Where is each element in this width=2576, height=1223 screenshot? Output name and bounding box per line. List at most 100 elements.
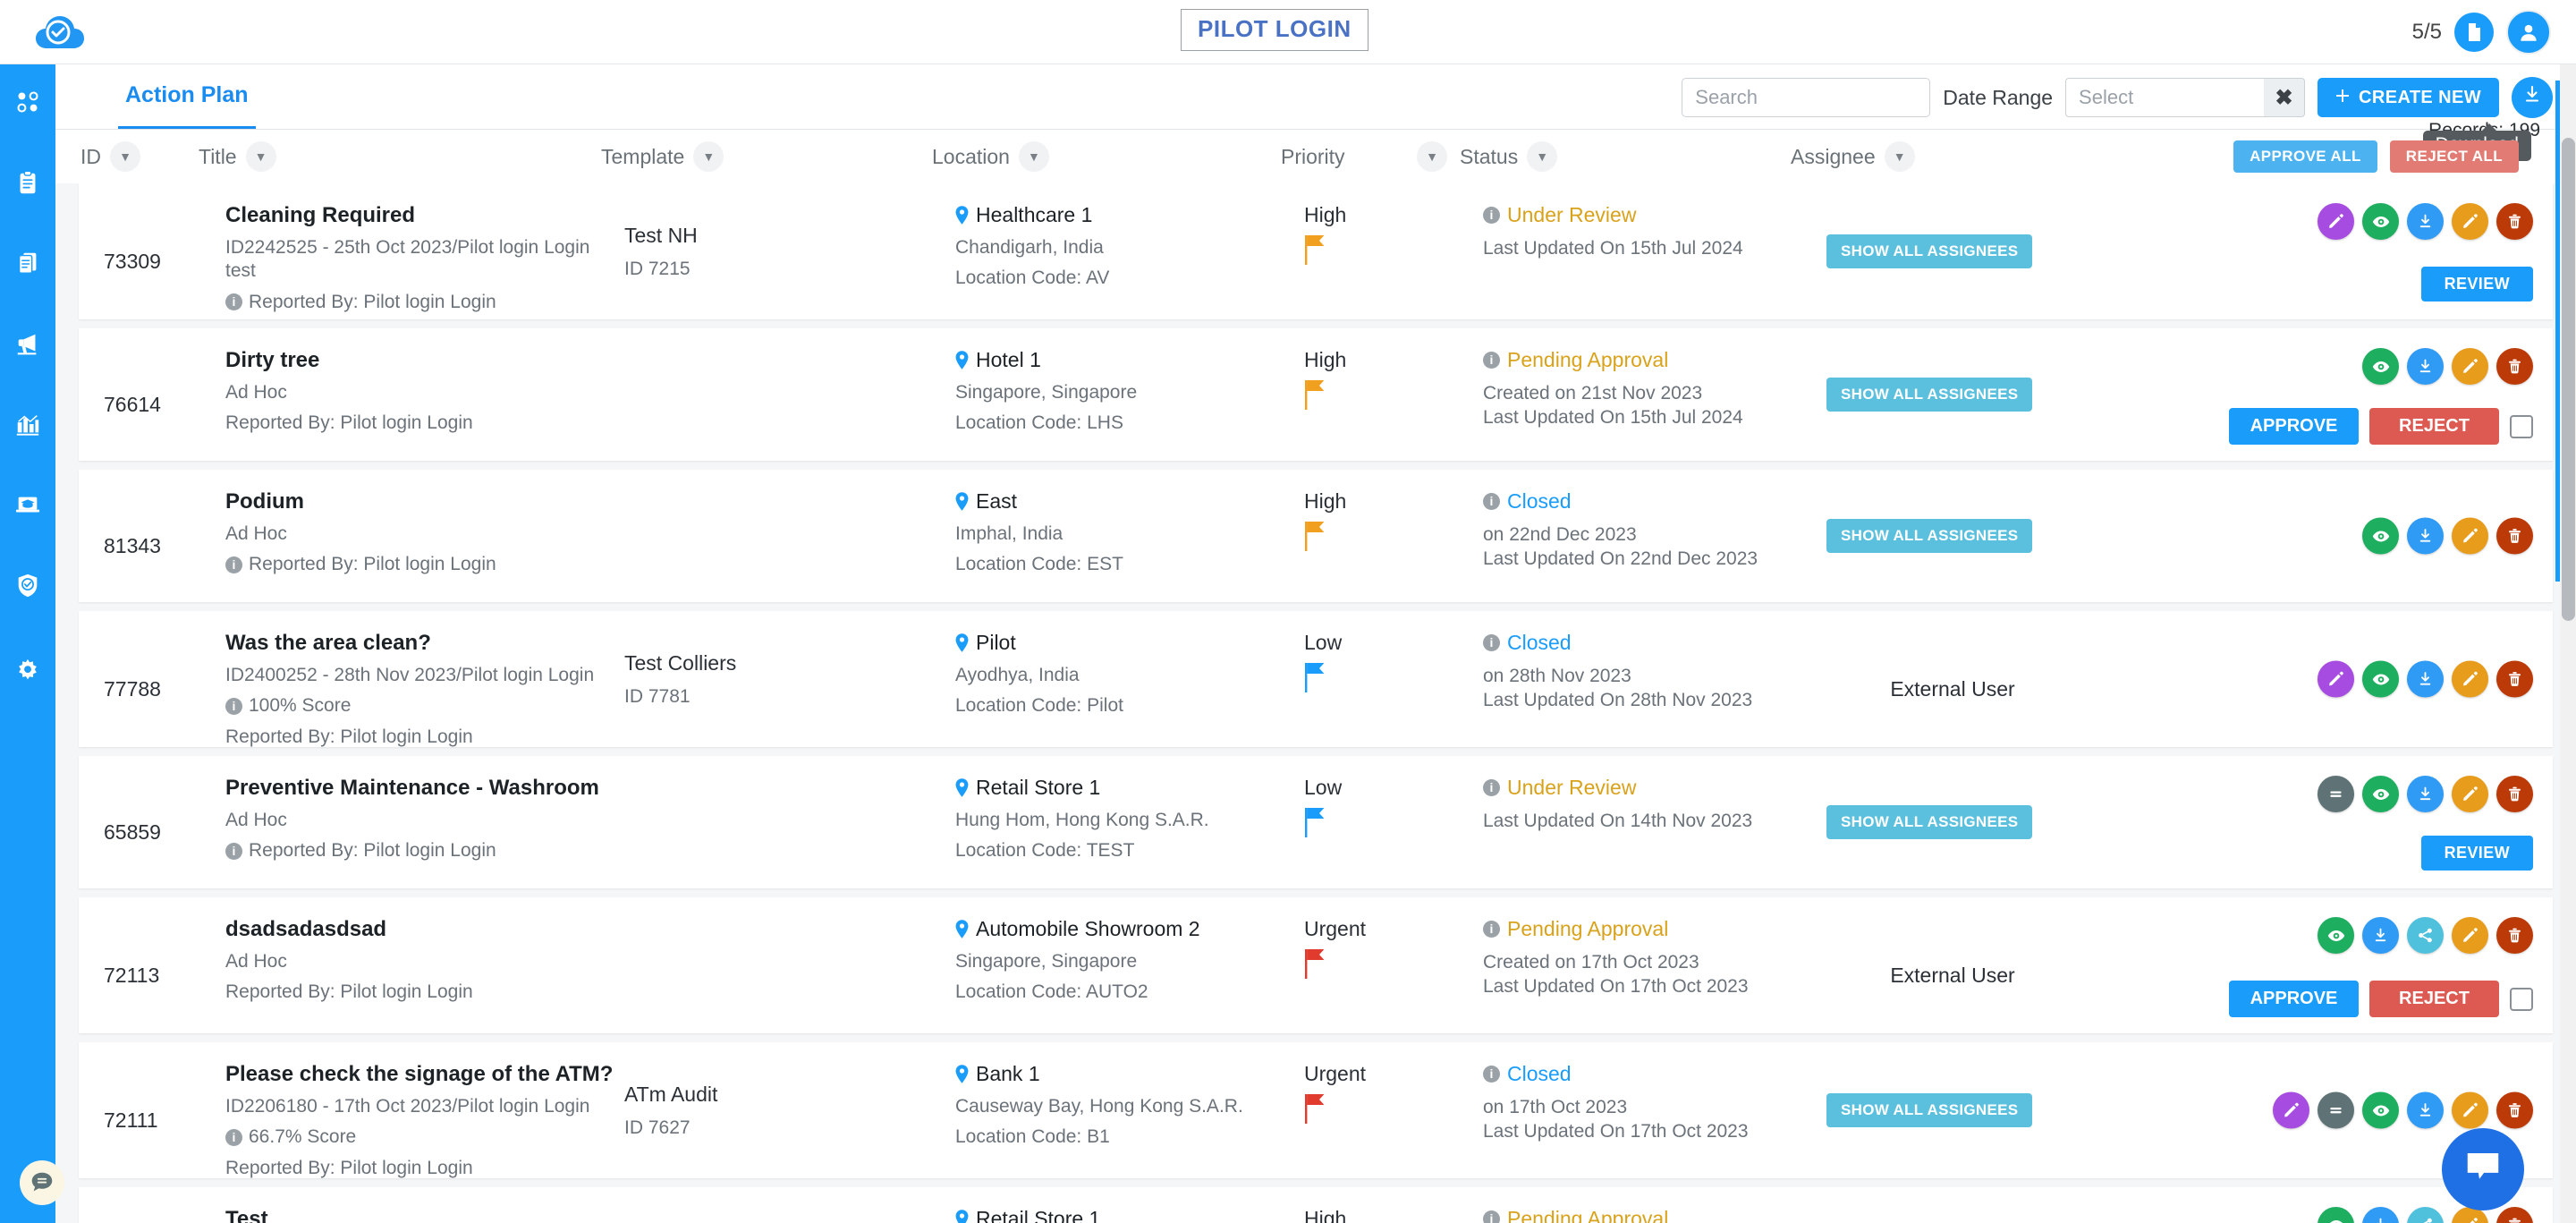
red-trash-icon[interactable] <box>2496 348 2533 385</box>
cyan-share-icon[interactable] <box>2407 1207 2444 1223</box>
orange-pencil-icon[interactable] <box>2452 1091 2488 1129</box>
green-eye-icon[interactable] <box>2362 203 2399 240</box>
table-row[interactable]: 72111 Please check the signage of the ATM… <box>79 1042 2553 1178</box>
green-eye-icon[interactable] <box>2362 517 2399 555</box>
reject-button[interactable]: REJECT <box>2369 408 2499 445</box>
row-checkbox[interactable] <box>2510 414 2533 438</box>
red-trash-icon[interactable] <box>2496 203 2533 240</box>
row-status: i Under Review <box>1483 776 1814 800</box>
red-trash-icon[interactable] <box>2496 917 2533 954</box>
reject-all-button[interactable]: REJECT ALL <box>2389 140 2519 173</box>
show-all-assignees-button[interactable]: SHOW ALL ASSIGNEES <box>1826 234 2033 268</box>
download-button[interactable] <box>2512 77 2553 118</box>
date-range-input[interactable]: Select <box>2065 78 2265 117</box>
show-all-assignees-button[interactable]: SHOW ALL ASSIGNEES <box>1826 378 2033 412</box>
vertical-scrollbar-thumb[interactable] <box>2562 138 2575 621</box>
chevron-down-icon[interactable]: ▼ <box>1884 141 1915 172</box>
approve-button[interactable]: APPROVE <box>2229 408 2359 445</box>
sidebar-item-reports[interactable] <box>0 225 55 306</box>
green-eye-icon[interactable] <box>2318 1207 2354 1223</box>
grey-equals-icon[interactable] <box>2318 776 2354 812</box>
blue-download-icon[interactable] <box>2362 917 2399 954</box>
sidebar-item-elearning[interactable] <box>0 467 55 548</box>
blue-download-icon[interactable] <box>2407 776 2444 812</box>
review-button[interactable]: REVIEW <box>2420 836 2533 871</box>
blue-download-icon[interactable] <box>2407 1091 2444 1129</box>
vertical-scrollbar-track[interactable] <box>2560 64 2576 1223</box>
chat-fab-button[interactable] <box>2442 1128 2524 1210</box>
orange-pencil-icon[interactable] <box>2452 203 2488 240</box>
orange-pencil-icon[interactable] <box>2452 348 2488 385</box>
blue-download-icon[interactable] <box>2407 348 2444 385</box>
red-trash-icon[interactable] <box>2496 660 2533 698</box>
table-row[interactable]: 73309 Cleaning Required ID2242525 - 25th O… <box>79 183 2553 319</box>
green-eye-icon[interactable] <box>2362 1091 2399 1129</box>
green-eye-icon[interactable] <box>2362 348 2399 385</box>
table-row[interactable]: 72113 dsadsadasdsad Ad Hoc Reported By: Pil… <box>79 897 2553 1033</box>
column-header-priority[interactable]: Priority ▼ <box>1281 141 1460 172</box>
approve-button[interactable]: APPROVE <box>2229 981 2359 1017</box>
red-trash-icon[interactable] <box>2496 1091 2533 1129</box>
close-icon[interactable]: ✖ <box>2264 78 2306 117</box>
sidebar-item-audits[interactable] <box>0 145 55 225</box>
approve-all-button[interactable]: APPROVE ALL <box>2233 140 2377 173</box>
document-icon[interactable] <box>2454 13 2494 52</box>
sidebar-item-announcements[interactable] <box>0 306 55 386</box>
column-header-location[interactable]: Location ▼ <box>932 141 1281 172</box>
blue-download-icon[interactable] <box>2362 1207 2399 1223</box>
tab-action-plan[interactable]: Action Plan <box>118 64 256 129</box>
green-eye-icon[interactable] <box>2318 917 2354 954</box>
show-all-assignees-button[interactable]: SHOW ALL ASSIGNEES <box>1826 1093 2033 1127</box>
reject-button[interactable]: REJECT <box>2369 981 2499 1017</box>
chevron-down-icon[interactable]: ▼ <box>110 141 140 172</box>
red-trash-icon[interactable] <box>2496 1207 2533 1223</box>
blue-download-icon[interactable] <box>2407 660 2444 698</box>
red-trash-icon[interactable] <box>2496 517 2533 555</box>
search-input[interactable]: Search <box>1682 78 1931 117</box>
sidebar-item-dashboard[interactable] <box>0 64 55 145</box>
sidebar-item-compliance[interactable] <box>0 548 55 628</box>
orange-pencil-icon[interactable] <box>2452 660 2488 698</box>
orange-pencil-icon[interactable] <box>2452 517 2488 555</box>
review-button[interactable]: REVIEW <box>2420 267 2533 302</box>
sidebar-item-settings[interactable] <box>0 633 55 714</box>
chevron-down-icon[interactable]: ▼ <box>245 141 276 172</box>
red-trash-icon[interactable] <box>2496 776 2533 812</box>
orange-pencil-icon[interactable] <box>2452 917 2488 954</box>
location-pin-icon <box>955 492 969 511</box>
column-header-template[interactable]: Template ▼ <box>601 141 932 172</box>
column-header-assignee[interactable]: Assignee ▼ <box>1791 141 2068 172</box>
table-row[interactable]: 81343 Podium Ad Hoc i Reported By: Pilot log… <box>79 470 2553 602</box>
row-location-name: Pilot <box>955 631 1304 655</box>
table-row[interactable]: 77788 Was the area clean? ID2400252 - 28th… <box>79 611 2553 747</box>
table-row[interactable]: 65859 Preventive Maintenance - Washroom Ad… <box>79 756 2553 888</box>
create-new-button[interactable]: CREATE NEW <box>2318 78 2499 117</box>
orange-pencil-icon[interactable] <box>2452 776 2488 812</box>
show-all-assignees-button[interactable]: SHOW ALL ASSIGNEES <box>1826 805 2033 839</box>
show-all-assignees-button[interactable]: SHOW ALL ASSIGNEES <box>1826 519 2033 553</box>
purple-pencil-icon[interactable] <box>2273 1091 2309 1129</box>
column-header-id[interactable]: ID ▼ <box>55 141 199 172</box>
green-eye-icon[interactable] <box>2362 660 2399 698</box>
chevron-down-icon[interactable]: ▼ <box>1018 141 1049 172</box>
grey-equals-icon[interactable] <box>2318 1091 2354 1129</box>
purple-pencil-icon[interactable] <box>2318 660 2354 698</box>
cyan-share-icon[interactable] <box>2407 917 2444 954</box>
table-body[interactable]: 73309 Cleaning Required ID2242525 - 25th O… <box>55 183 2576 1223</box>
sidebar-item-analytics[interactable] <box>0 386 55 467</box>
chevron-down-icon[interactable]: ▼ <box>1417 141 1447 172</box>
purple-pencil-icon[interactable] <box>2318 203 2354 240</box>
blue-download-icon[interactable] <box>2407 203 2444 240</box>
user-avatar-icon[interactable] <box>2506 10 2551 55</box>
table-row[interactable]: 76614 Dirty tree Ad Hoc Reported By: Pilot … <box>79 328 2553 461</box>
blue-download-icon[interactable] <box>2407 517 2444 555</box>
table-row[interactable]: 65858TestAd HocReported By: Pilot login … <box>79 1187 2553 1223</box>
chevron-down-icon[interactable]: ▼ <box>693 141 724 172</box>
chevron-down-icon[interactable]: ▼ <box>1527 141 1558 172</box>
row-checkbox[interactable] <box>2510 987 2533 1011</box>
column-header-status[interactable]: Status ▼ <box>1460 141 1791 172</box>
column-header-title[interactable]: Title ▼ <box>199 141 601 172</box>
cloud-check-icon[interactable] <box>34 9 91 55</box>
green-eye-icon[interactable] <box>2362 776 2399 812</box>
chat-bubble-icon[interactable] <box>20 1160 64 1205</box>
